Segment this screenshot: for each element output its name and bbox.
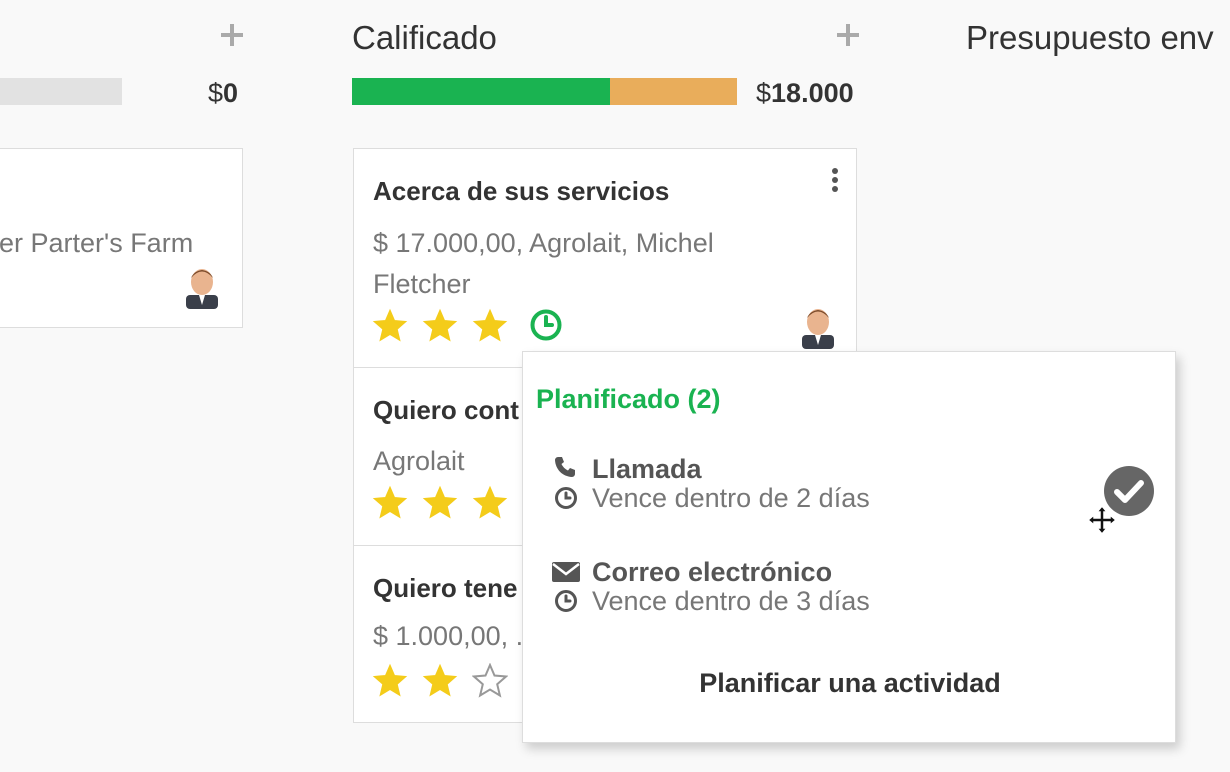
column-total: $0 <box>208 78 238 109</box>
activity-title[interactable]: Correo electrónico <box>592 557 832 588</box>
activity-title[interactable]: Llamada <box>592 454 702 485</box>
card-subtitle: er Parter's Farm <box>0 228 194 258</box>
total-amount: 18.000 <box>771 78 854 108</box>
currency-symbol: $ <box>208 78 224 108</box>
star-filled-icon[interactable] <box>422 485 458 521</box>
card-subtitle: Agrolait <box>373 446 465 476</box>
star-filled-icon[interactable] <box>372 308 408 344</box>
priority-stars[interactable] <box>372 663 508 699</box>
card-title: Acerca de sus servicios <box>373 176 670 206</box>
column-progress-bar[interactable] <box>0 78 122 105</box>
column-title: Presupuesto env <box>966 19 1214 56</box>
progress-other[interactable] <box>609 78 737 105</box>
total-amount: 0 <box>223 78 239 108</box>
column-total: $18.000 <box>756 78 854 109</box>
mark-done-check-icon[interactable] <box>1103 465 1155 517</box>
card-title: Quiero cont <box>373 395 519 425</box>
activity-due: Vence dentro de 2 días <box>592 483 870 513</box>
phone-icon <box>555 457 575 477</box>
clock-icon <box>555 590 577 612</box>
activity-popover: Planificado (2) Llamada Vence dentro de … <box>522 351 1176 743</box>
activity-due: Vence dentro de 3 días <box>592 586 870 616</box>
clock-icon <box>555 487 577 509</box>
star-filled-icon[interactable] <box>472 308 508 344</box>
popover-title: Planificado (2) <box>536 384 721 414</box>
card-menu-icon[interactable] <box>830 168 840 194</box>
column-progress-bar[interactable] <box>352 78 737 105</box>
star-filled-icon[interactable] <box>422 663 458 699</box>
add-card-button-col2[interactable] <box>835 22 861 48</box>
star-empty-icon[interactable] <box>472 663 508 699</box>
avatar <box>802 309 834 349</box>
avatar <box>186 269 218 309</box>
star-filled-icon[interactable] <box>472 485 508 521</box>
progress-won[interactable] <box>352 78 610 105</box>
column-header: Calificado <box>352 18 497 58</box>
progress-empty <box>0 78 122 105</box>
star-filled-icon[interactable] <box>422 308 458 344</box>
star-filled-icon[interactable] <box>372 663 408 699</box>
card-subtitle: $ 1.000,00, . <box>373 621 524 651</box>
star-filled-icon[interactable] <box>372 485 408 521</box>
activity-clock-icon[interactable] <box>529 308 563 342</box>
kanban-card[interactable]: Acerca de sus servicios $ 17.000,00, Agr… <box>353 148 857 368</box>
add-card-button-col1[interactable] <box>219 22 245 48</box>
kanban-card[interactable]: er Parter's Farm <box>0 148 243 328</box>
column-title: Calificado <box>352 19 497 56</box>
column-header: Presupuesto env <box>966 18 1214 58</box>
envelope-icon <box>552 562 580 582</box>
currency-symbol: $ <box>756 78 772 108</box>
schedule-activity-link[interactable]: Planificar una actividad <box>523 668 1177 699</box>
priority-stars[interactable] <box>372 485 508 521</box>
card-subtitle: $ 17.000,00, Agrolait, Michel Fletcher <box>373 228 714 299</box>
priority-stars[interactable] <box>372 308 508 344</box>
card-title: Quiero tene <box>373 573 518 603</box>
